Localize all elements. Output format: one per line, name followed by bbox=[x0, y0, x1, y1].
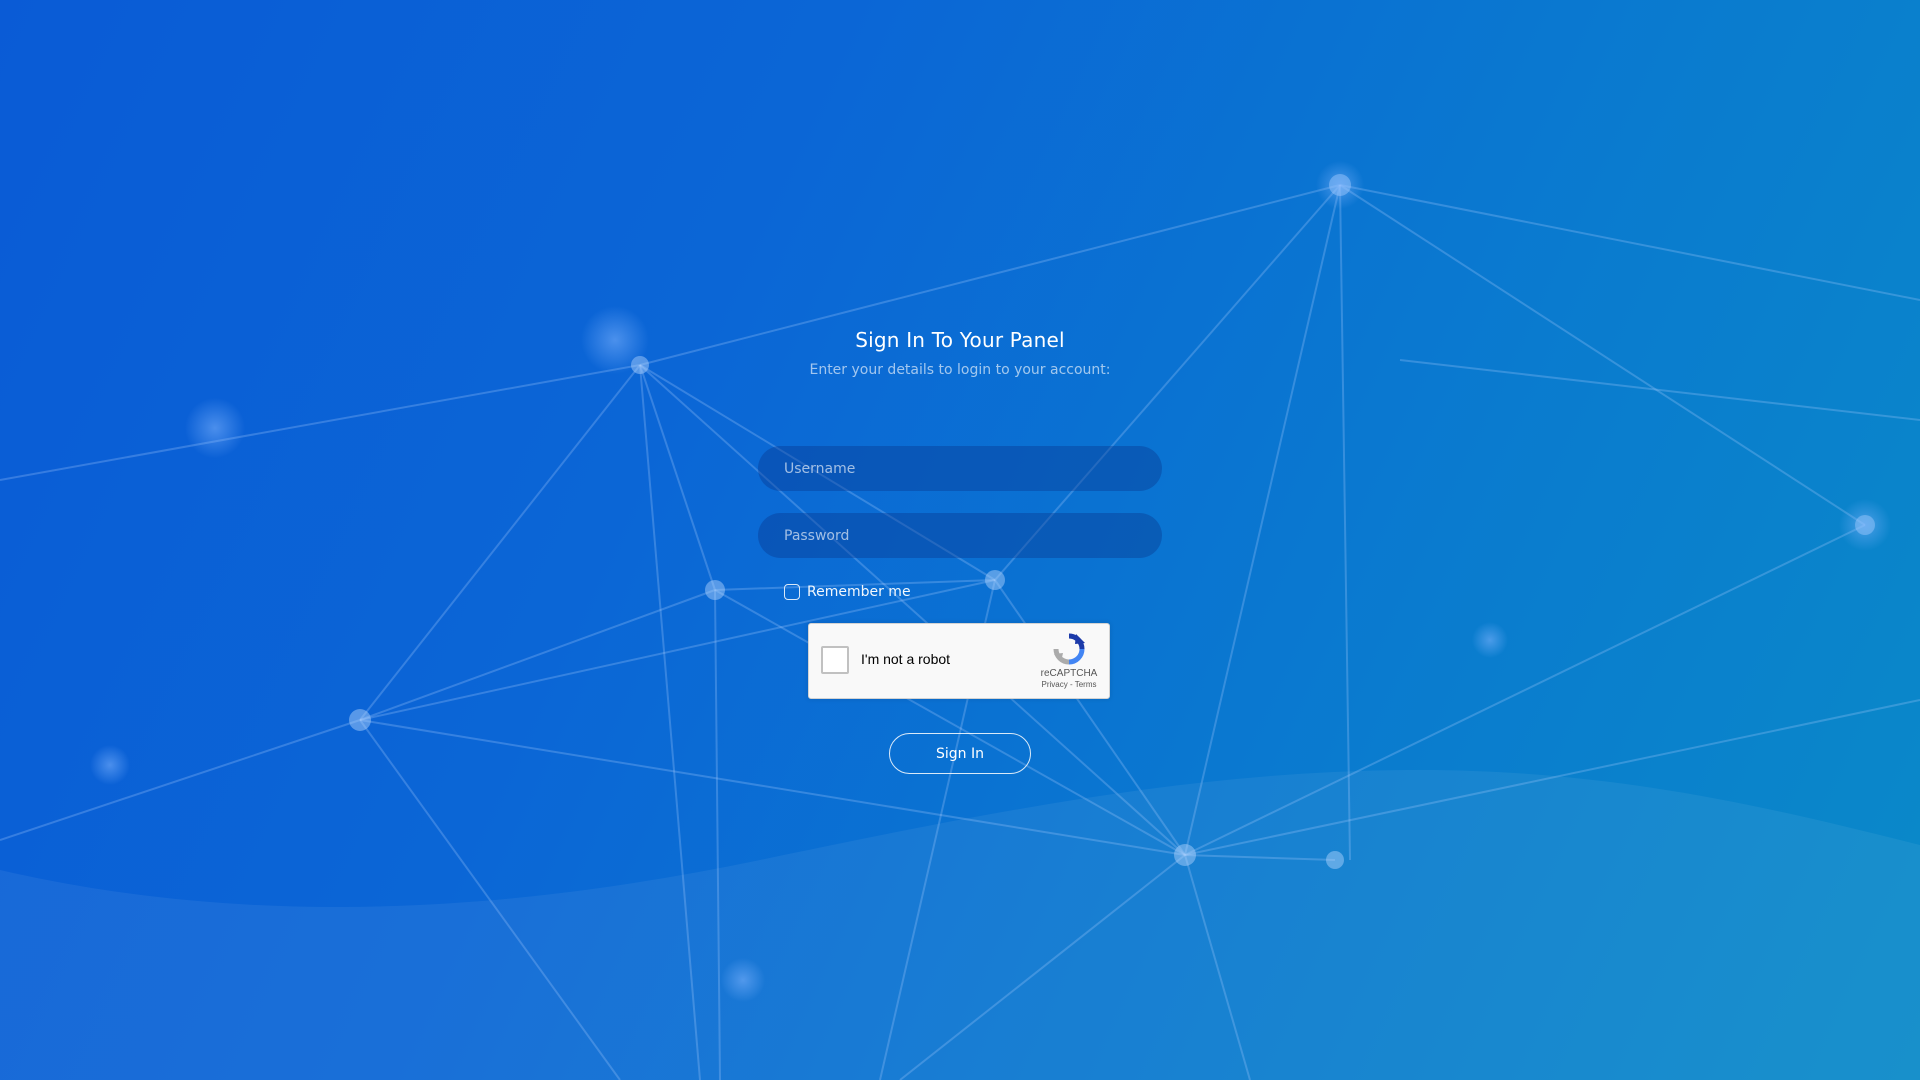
recaptcha-brand: reCAPTCHA bbox=[1040, 668, 1098, 679]
page-title: Sign In To Your Panel bbox=[855, 328, 1065, 352]
recaptcha-label: I'm not a robot bbox=[861, 651, 951, 667]
remember-me-checkbox[interactable]: Remember me bbox=[784, 582, 911, 602]
remember-me-label: Remember me bbox=[807, 584, 911, 600]
page-subtitle: Enter your details to login to your acco… bbox=[809, 362, 1111, 378]
password-input[interactable] bbox=[758, 513, 1162, 558]
recaptcha-checkbox[interactable] bbox=[821, 646, 849, 674]
recaptcha-widget: I'm not a robot reCAPTCHA Privacy - Term… bbox=[808, 623, 1110, 699]
recaptcha-legal-links[interactable]: Privacy - Terms bbox=[1039, 680, 1099, 689]
sign-in-button[interactable]: Sign In bbox=[889, 733, 1031, 774]
checkbox-icon[interactable] bbox=[784, 584, 800, 600]
recaptcha-icon bbox=[1053, 633, 1085, 665]
recaptcha-logo: reCAPTCHA Privacy - Terms bbox=[1039, 632, 1099, 689]
username-input[interactable] bbox=[758, 446, 1162, 491]
login-panel: Sign In To Your Panel Enter your details… bbox=[0, 0, 1920, 1080]
